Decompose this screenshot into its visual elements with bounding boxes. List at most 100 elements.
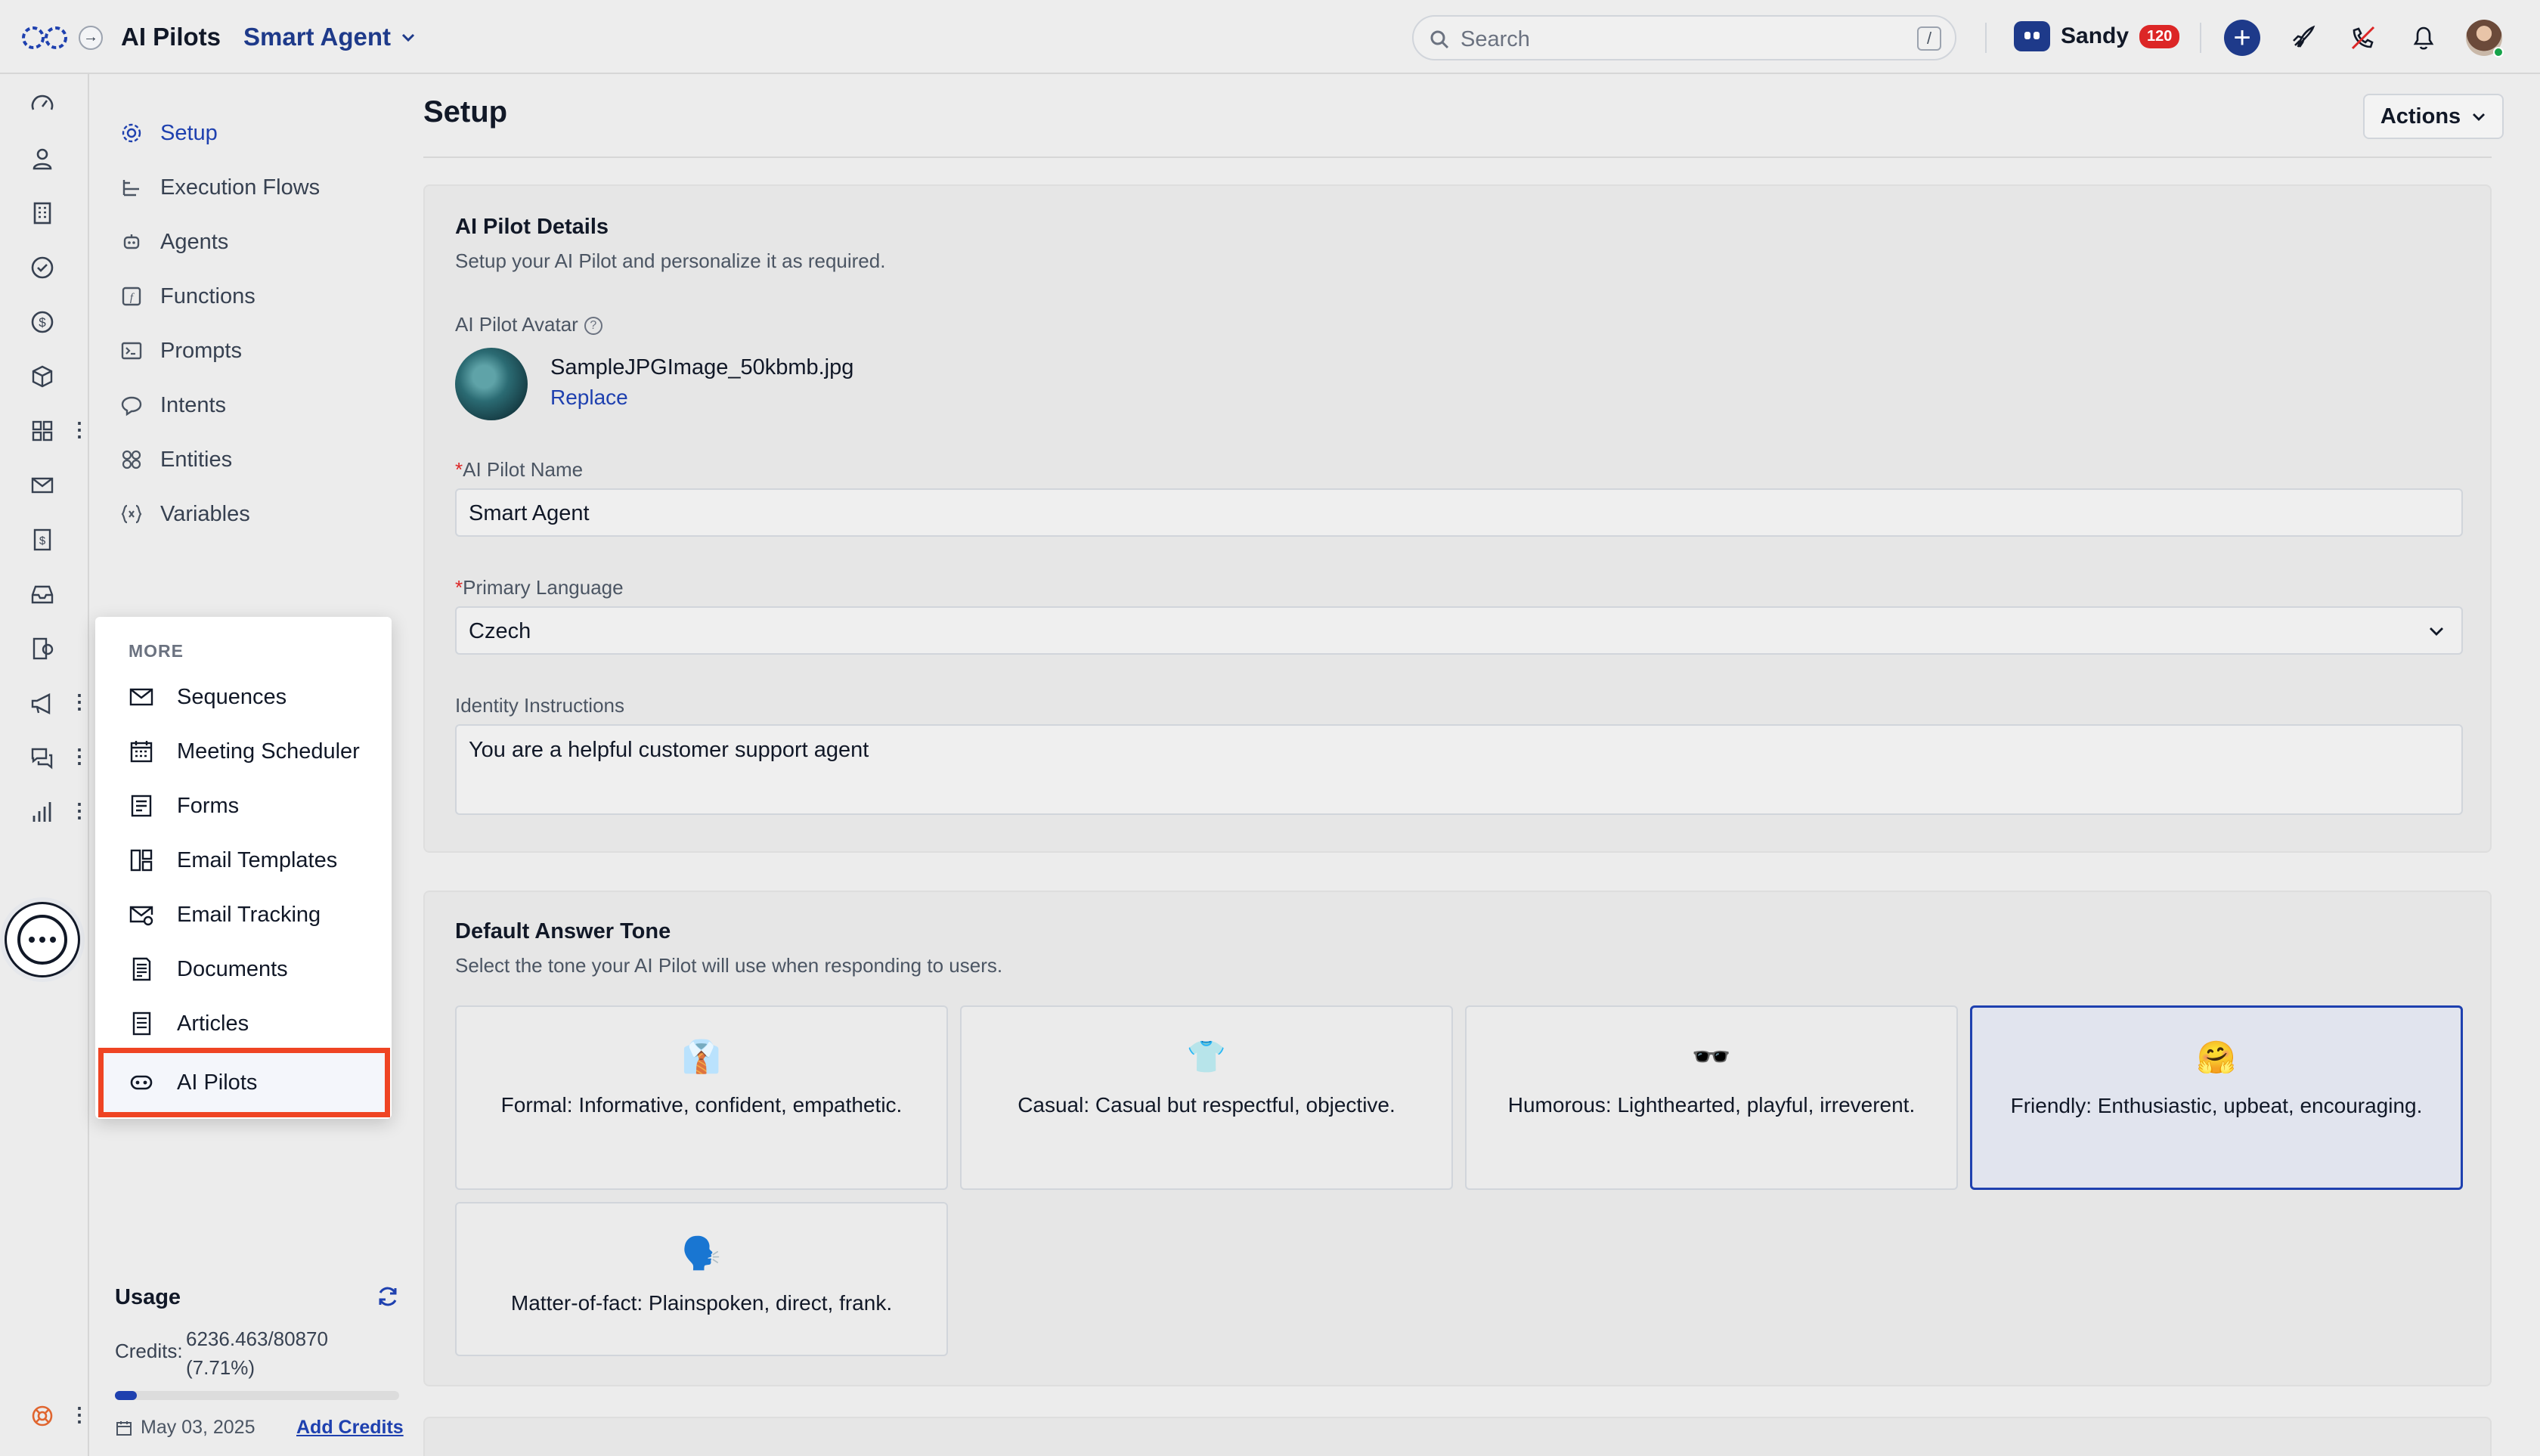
campaigns-more-icon[interactable]: ⋮ — [70, 689, 89, 717]
tasks-icon[interactable] — [27, 252, 57, 283]
collapse-sidebar-button[interactable]: → — [79, 26, 103, 50]
more-menu-button[interactable] — [5, 902, 80, 977]
subnav-label: Entities — [160, 447, 233, 472]
next-section-card — [423, 1417, 2492, 1456]
flow-icon — [122, 180, 139, 197]
app-logo-icon[interactable] — [21, 23, 68, 53]
more-dots-icon — [17, 915, 67, 965]
credits-value: 6236.463/80870 (7.71%) — [186, 1324, 328, 1382]
support-more-icon[interactable]: ⋮ — [70, 1402, 89, 1430]
campaigns-icon[interactable] — [27, 688, 57, 718]
replace-avatar-link[interactable]: Replace — [550, 386, 628, 410]
search-input[interactable]: Search / — [1412, 15, 1956, 60]
companies-icon[interactable] — [27, 198, 57, 228]
primary-language-label: *Primary Language — [455, 576, 624, 599]
reports-icon[interactable] — [27, 797, 57, 827]
pilot-name-label-text: AI Pilot Name — [463, 458, 584, 481]
subnav-label: Setup — [160, 120, 218, 145]
tone-option-text: Matter-of-fact: Plainspoken, direct, fra… — [510, 1291, 893, 1315]
automation-icon[interactable] — [27, 634, 57, 664]
chevron-down-icon — [2473, 113, 2486, 121]
card-title: Default Answer Tone — [455, 919, 671, 943]
card-subtitle: Setup your AI Pilot and personalize it a… — [455, 249, 886, 272]
apps-icon[interactable] — [27, 416, 57, 446]
agents-icon — [123, 234, 140, 249]
conversations-more-icon[interactable]: ⋮ — [70, 744, 89, 771]
template-icon — [130, 849, 153, 872]
svg-text:f: f — [130, 292, 135, 304]
user-avatar[interactable] — [2466, 20, 2504, 57]
add-button[interactable]: + — [2224, 20, 2260, 56]
bell-icon[interactable] — [2405, 20, 2442, 56]
subnav-item-setup[interactable]: Setup — [119, 112, 407, 154]
subnav-item-prompts[interactable]: Prompts — [119, 330, 407, 372]
ai-pilot-avatar-image — [455, 348, 528, 420]
subnav-item-functions[interactable]: f Functions — [119, 275, 407, 318]
tone-option-humorous[interactable]: 🕶️ Humorous: Lighthearted, playful, irre… — [1465, 1005, 1958, 1190]
identity-instructions-textarea[interactable]: You are a helpful customer support agent — [455, 724, 2463, 815]
subnav-item-intents[interactable]: Intents — [119, 384, 407, 426]
pilot-name-label: *AI Pilot Name — [455, 458, 583, 482]
document-icon — [132, 957, 151, 981]
subnav-item-agents[interactable]: Agents — [119, 221, 407, 263]
menu-item-ai-pilots[interactable]: AI Pilots — [129, 1063, 378, 1102]
tone-option-formal[interactable]: 👔 Formal: Informative, confident, empath… — [455, 1005, 948, 1190]
menu-item-sequences[interactable]: Sequences — [129, 677, 378, 717]
tone-option-text: Casual: Casual but respectful, objective… — [1018, 1093, 1395, 1117]
refresh-icon[interactable] — [375, 1284, 401, 1309]
subnav-item-entities[interactable]: Entities — [119, 438, 407, 481]
help-icon[interactable]: ? — [584, 317, 602, 336]
add-credits-link[interactable]: Add Credits — [296, 1417, 404, 1439]
deals-icon[interactable]: $ — [27, 307, 57, 337]
subnav-item-variables[interactable]: Variables — [119, 493, 407, 535]
page-title: Setup — [423, 95, 508, 129]
apps-more-icon[interactable]: ⋮ — [70, 417, 89, 445]
menu-item-meeting-scheduler[interactable]: Meeting Scheduler — [129, 732, 378, 771]
usage-title: Usage — [115, 1285, 181, 1309]
menu-item-email-tracking[interactable]: Email Tracking — [129, 895, 378, 934]
divider — [2200, 23, 2201, 53]
menu-item-articles[interactable]: Articles — [129, 1004, 378, 1043]
identity-instructions-label: Identity Instructions — [455, 694, 624, 717]
tone-option-casual[interactable]: 👕 Casual: Casual but respectful, objecti… — [960, 1005, 1453, 1190]
menu-item-documents[interactable]: Documents — [129, 949, 378, 989]
usage-progress-fill — [115, 1391, 137, 1400]
usage-date-text: May 03, 2025 — [141, 1417, 256, 1438]
rocket-icon[interactable] — [2284, 20, 2321, 56]
menu-item-forms[interactable]: Forms — [129, 786, 378, 826]
prompt-icon — [121, 342, 142, 360]
agent-name: Smart Agent — [243, 23, 391, 51]
inbox-icon[interactable] — [27, 579, 57, 609]
form-icon — [131, 795, 152, 817]
user-menu[interactable]: Sandy 120 — [2014, 21, 2180, 51]
menu-item-email-templates[interactable]: Email Templates — [129, 841, 378, 880]
phone-off-icon[interactable] — [2345, 20, 2381, 56]
products-icon[interactable] — [27, 361, 57, 392]
bot-icon — [2014, 21, 2050, 51]
subnav-item-execution-flows[interactable]: Execution Flows — [119, 166, 407, 209]
mail-icon[interactable] — [27, 470, 57, 500]
primary-language-select[interactable]: Czech — [455, 606, 2463, 655]
invoice-icon[interactable]: $ — [27, 525, 57, 555]
conversations-icon[interactable] — [27, 742, 57, 773]
menu-item-label: Sequences — [177, 684, 287, 709]
article-icon — [132, 1011, 151, 1036]
support-icon[interactable] — [27, 1401, 57, 1431]
agent-switcher[interactable]: Smart Agent — [243, 23, 417, 51]
actions-button[interactable]: Actions — [2363, 94, 2504, 139]
search-placeholder: Search — [1460, 27, 1530, 51]
pilot-name-input[interactable]: Smart Agent — [455, 488, 2463, 537]
tone-option-matter-of-fact[interactable]: 🗣️ Matter-of-fact: Plainspoken, direct, … — [455, 1202, 948, 1356]
subnav-label: Prompts — [160, 338, 242, 363]
required-mark: * — [455, 576, 463, 599]
dashboard-icon[interactable] — [27, 89, 57, 119]
usage-progress-bar — [115, 1391, 399, 1400]
subnav-label: Execution Flows — [160, 175, 321, 200]
reports-more-icon[interactable]: ⋮ — [70, 798, 89, 826]
tie-icon: 👔 — [681, 1039, 722, 1074]
notification-count-badge: 120 — [2139, 24, 2180, 48]
contacts-icon[interactable] — [27, 144, 57, 174]
gear-icon — [122, 123, 141, 143]
tone-option-friendly[interactable]: 🤗 Friendly: Enthusiastic, upbeat, encour… — [1970, 1005, 2463, 1190]
usage-date: May 03, 2025 — [115, 1417, 256, 1439]
